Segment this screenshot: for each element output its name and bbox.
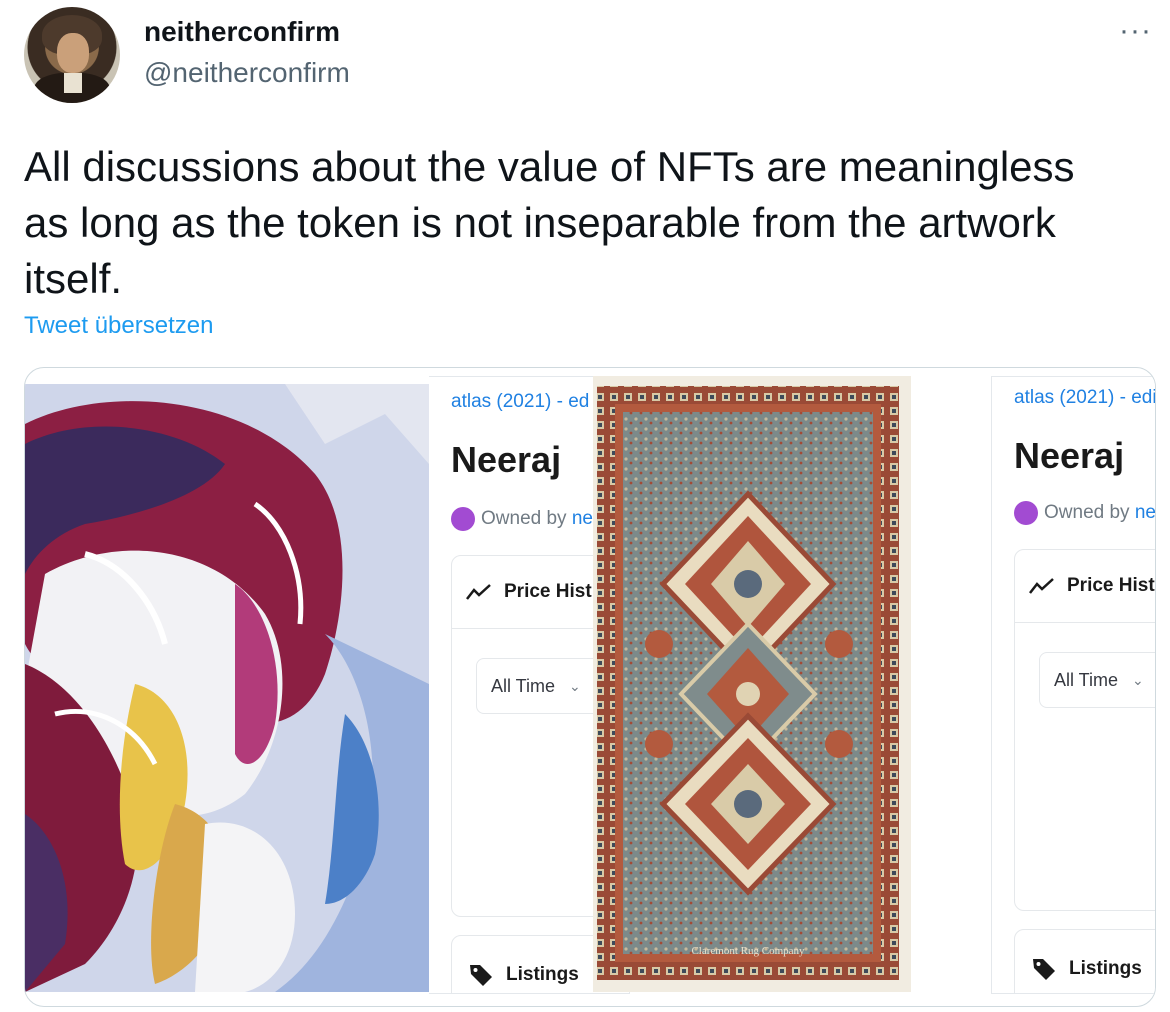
- owner-avatar[interactable]: [451, 507, 475, 531]
- price-history-label: Price Hist: [504, 581, 592, 602]
- trend-line-icon: [1029, 578, 1054, 594]
- user-handle[interactable]: @neitherconfirm: [144, 57, 350, 89]
- price-history-header[interactable]: Price Hist: [1015, 550, 1155, 623]
- owner-link[interactable]: ne: [572, 508, 593, 529]
- owner-line: Owned by ne: [451, 507, 593, 531]
- listings-label: Listings: [1069, 958, 1142, 979]
- tweet-text: All discussions about the value of NFTs …: [24, 143, 1075, 302]
- collection-breadcrumb[interactable]: atlas (2021) - edi: [1014, 387, 1155, 409]
- price-history-label: Price Hist: [1067, 575, 1155, 596]
- tag-icon: [1033, 959, 1055, 980]
- avatar[interactable]: [24, 7, 120, 103]
- abstract-portrait-image: [25, 384, 429, 992]
- owned-by-label: Owned by: [481, 508, 567, 530]
- listings-label: Listings: [506, 964, 579, 985]
- chevron-down-icon: ⌄: [569, 677, 581, 694]
- translate-link[interactable]: Tweet übersetzen: [24, 312, 213, 340]
- owner-link[interactable]: ne: [1135, 502, 1155, 523]
- nft-title: Neeraj: [451, 439, 562, 480]
- owned-by-label: Owned by: [1044, 502, 1130, 524]
- price-history-card: Price Hist All Time ⌄: [1014, 549, 1155, 911]
- owner-line: Owned by ne: [1014, 501, 1155, 525]
- time-filter-value: All Time: [491, 675, 556, 696]
- collection-breadcrumb[interactable]: atlas (2021) - ed: [451, 391, 589, 413]
- time-filter-value: All Time: [1054, 669, 1119, 690]
- owner-avatar[interactable]: [1014, 501, 1038, 525]
- chevron-down-icon: ⌄: [1132, 671, 1144, 688]
- nft-title: Neeraj: [1014, 435, 1125, 476]
- persian-rug-image: Claremont Rug Company: [593, 376, 911, 992]
- display-name[interactable]: neitherconfirm: [144, 16, 340, 48]
- tag-icon: [470, 965, 492, 986]
- more-icon[interactable]: ···: [1119, 14, 1152, 48]
- listings-section[interactable]: Listings: [1014, 929, 1155, 993]
- tweet-media[interactable]: atlas (2021) - ed Neeraj Owned by ne Pri…: [24, 367, 1156, 1007]
- rug-watermark: Claremont Rug Company: [691, 945, 805, 957]
- nft-listing-panel-right: atlas (2021) - edi Neeraj Owned by ne Pr…: [991, 376, 1155, 994]
- trend-line-icon: [466, 584, 491, 600]
- time-filter-select[interactable]: All Time ⌄: [1039, 652, 1155, 708]
